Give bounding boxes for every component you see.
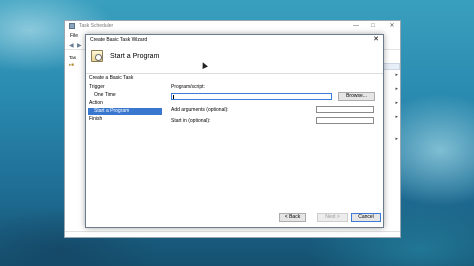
expand-arrow-icon[interactable]: ▸ [395,136,398,142]
program-script-label: Program/script: [171,84,205,90]
start-in-input[interactable] [316,117,374,124]
text-caret [173,95,174,99]
minimize-button[interactable]: — [351,22,361,30]
maximize-button[interactable]: □ [368,22,378,30]
task-scheduler-title: Task Scheduler [79,23,114,29]
add-arguments-label: Add arguments (optional): [171,107,229,113]
wizard-close-button[interactable]: ✕ [373,36,379,44]
menu-file[interactable]: File [70,33,78,39]
wizard-heading: Start a Program [110,53,160,60]
step-start-a-program: Start a Program [88,108,162,115]
expand-arrow-icon[interactable]: ▸ [395,114,398,120]
create-basic-task-wizard: Create Basic Task Wizard ✕ Start a Progr… [85,34,384,228]
wizard-title: Create Basic Task Wizard [90,37,148,43]
next-button[interactable]: Next > [317,213,348,222]
step-trigger: Trigger [89,84,105,90]
forward-arrow-icon[interactable]: ▶ [77,42,82,49]
step-one-time: One Time [94,92,116,98]
task-scheduler-titlebar: Task Scheduler — □ ✕ [65,21,400,32]
back-arrow-icon[interactable]: ◀ [69,42,74,49]
status-bar [65,231,400,237]
wizard-steps: Create a Basic Task Trigger One Time Act… [86,75,163,227]
wizard-header: Start a Program [86,46,383,74]
add-arguments-input[interactable] [316,106,374,113]
tree-item-task-scheduler[interactable]: Tas [69,55,76,60]
start-in-label: Start in (optional): [171,118,211,124]
close-button[interactable]: ✕ [387,22,397,30]
browse-button[interactable]: Browse... [338,92,375,101]
wizard-titlebar: Create Basic Task Wizard ✕ [86,35,383,46]
back-button[interactable]: < Back [279,213,306,222]
task-scheduler-icon [69,23,75,29]
step-finish: Finish [89,116,103,122]
navigation-tree: Tas ▸■ [67,51,87,201]
program-script-input[interactable] [171,93,332,100]
expand-arrow-icon[interactable]: ▸ [395,86,398,92]
expand-arrow-icon[interactable]: ▸ [395,100,398,106]
step-action: Action [89,100,103,106]
step-create-basic-task: Create a Basic Task [89,75,134,81]
cancel-button[interactable]: Cancel [351,213,381,222]
folder-icon: ▸■ [69,62,74,67]
start-program-icon [91,50,103,62]
expand-arrow-icon[interactable]: ▸ [395,72,398,78]
